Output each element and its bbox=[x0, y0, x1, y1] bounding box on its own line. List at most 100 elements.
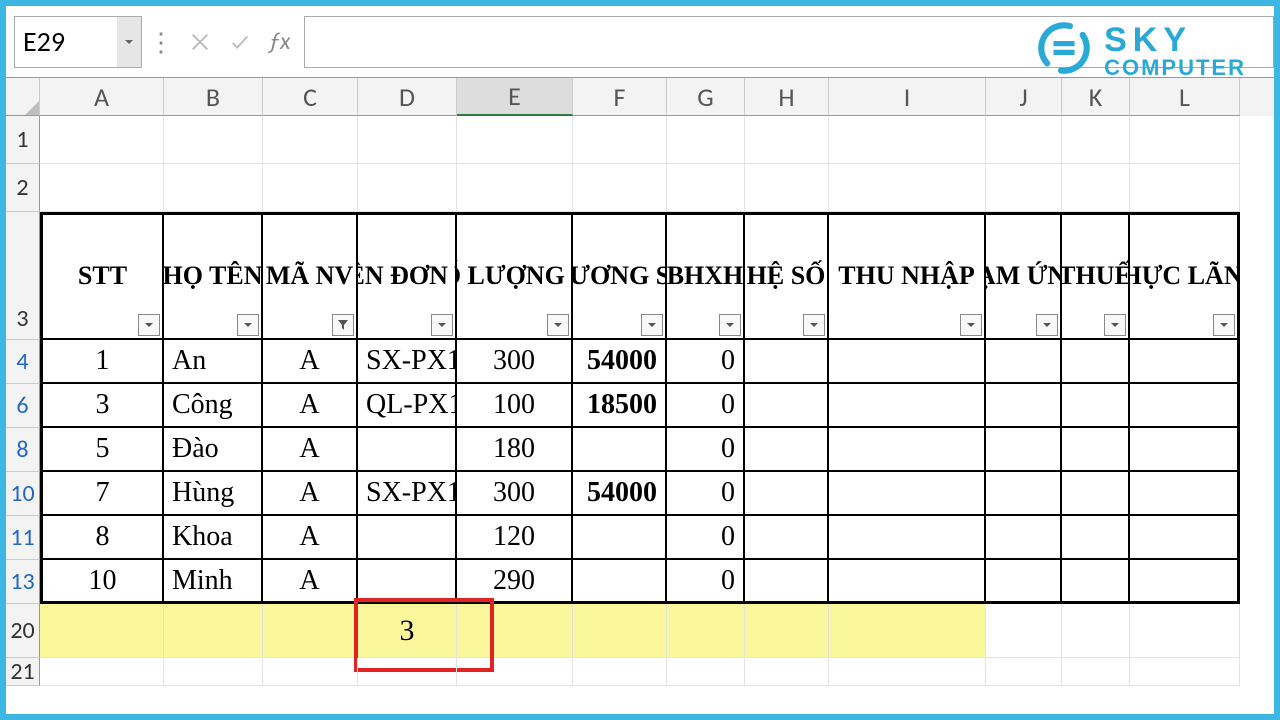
cell[interactable] bbox=[1062, 428, 1130, 472]
cell-ma-nv[interactable]: A bbox=[263, 340, 358, 384]
rowhead[interactable]: 20 bbox=[6, 604, 40, 658]
colhead-F[interactable]: F bbox=[573, 78, 667, 116]
filter-button[interactable] bbox=[1036, 314, 1058, 336]
cell[interactable] bbox=[40, 658, 164, 686]
cell[interactable] bbox=[667, 164, 745, 212]
colhead-G[interactable]: G bbox=[667, 78, 745, 116]
cell[interactable] bbox=[829, 604, 986, 658]
cell[interactable] bbox=[986, 384, 1062, 428]
cell[interactable] bbox=[745, 560, 829, 604]
cell[interactable] bbox=[745, 428, 829, 472]
cell-ten-don-vi[interactable] bbox=[358, 560, 457, 604]
cell[interactable] bbox=[573, 604, 667, 658]
cell-stt[interactable]: 8 bbox=[40, 516, 164, 560]
cell[interactable] bbox=[745, 340, 829, 384]
header-he-so[interactable]: HỆ SỐ bbox=[745, 212, 829, 340]
cell-luong-sp[interactable] bbox=[573, 516, 667, 560]
cell[interactable] bbox=[986, 516, 1062, 560]
cell[interactable] bbox=[457, 658, 573, 686]
cell[interactable] bbox=[829, 428, 986, 472]
rowhead-1[interactable]: 1 bbox=[6, 116, 40, 164]
header-ten-don-vi[interactable]: TÊN ĐƠN VỊ bbox=[358, 212, 457, 340]
cell-bhxh[interactable]: 0 bbox=[667, 340, 745, 384]
colhead-H[interactable]: H bbox=[745, 78, 829, 116]
cell-ho-ten[interactable]: Minh bbox=[164, 560, 263, 604]
cell-ten-don-vi[interactable]: QL-PX1 bbox=[358, 384, 457, 428]
cell-ho-ten[interactable]: Hùng bbox=[164, 472, 263, 516]
cell[interactable] bbox=[745, 164, 829, 212]
cell[interactable] bbox=[573, 658, 667, 686]
cancel-formula-button[interactable] bbox=[180, 22, 220, 62]
cell[interactable] bbox=[745, 384, 829, 428]
cell-stt[interactable]: 3 bbox=[40, 384, 164, 428]
name-box[interactable]: E29 bbox=[14, 16, 142, 68]
cell-ten-don-vi[interactable]: SX-PX1 bbox=[358, 340, 457, 384]
cell[interactable] bbox=[667, 604, 745, 658]
cell[interactable] bbox=[829, 384, 986, 428]
cell[interactable] bbox=[667, 116, 745, 164]
cell-stt[interactable]: 7 bbox=[40, 472, 164, 516]
cell[interactable] bbox=[1062, 516, 1130, 560]
cell-stt[interactable]: 5 bbox=[40, 428, 164, 472]
filter-button[interactable] bbox=[1104, 314, 1126, 336]
cell[interactable] bbox=[1062, 116, 1130, 164]
cell[interactable] bbox=[164, 164, 263, 212]
cell-ma-nv[interactable]: A bbox=[263, 560, 358, 604]
cell[interactable] bbox=[263, 164, 358, 212]
cell[interactable] bbox=[40, 116, 164, 164]
cell-ten-don-vi[interactable]: SX-PX1 bbox=[358, 472, 457, 516]
cell[interactable] bbox=[829, 164, 986, 212]
cell[interactable] bbox=[667, 658, 745, 686]
colhead-D[interactable]: D bbox=[358, 78, 457, 116]
cell[interactable] bbox=[573, 116, 667, 164]
header-thu-nhap[interactable]: THU NHẬP bbox=[829, 212, 986, 340]
cell[interactable] bbox=[1062, 164, 1130, 212]
cell[interactable] bbox=[1130, 516, 1240, 560]
rowhead[interactable]: 6 bbox=[6, 384, 40, 428]
cell-ten-don-vi[interactable] bbox=[358, 516, 457, 560]
cell[interactable] bbox=[457, 604, 573, 658]
cell-bhxh[interactable]: 0 bbox=[667, 428, 745, 472]
cell[interactable] bbox=[1062, 340, 1130, 384]
rowhead[interactable]: 4 bbox=[6, 340, 40, 384]
cell[interactable] bbox=[829, 516, 986, 560]
cell[interactable] bbox=[164, 604, 263, 658]
cell-bhxh[interactable]: 0 bbox=[667, 516, 745, 560]
filter-button[interactable] bbox=[803, 314, 825, 336]
cell[interactable] bbox=[986, 472, 1062, 516]
cell[interactable] bbox=[1130, 604, 1240, 658]
rowhead[interactable]: 8 bbox=[6, 428, 40, 472]
cell-subtotal[interactable]: 3 bbox=[358, 604, 457, 658]
fx-label[interactable]: ƒx bbox=[268, 27, 290, 56]
cell[interactable] bbox=[457, 116, 573, 164]
filter-button[interactable] bbox=[719, 314, 741, 336]
cell-ma-nv[interactable]: A bbox=[263, 472, 358, 516]
confirm-formula-button[interactable] bbox=[220, 22, 260, 62]
cell-luong-sp[interactable] bbox=[573, 560, 667, 604]
cell[interactable] bbox=[745, 116, 829, 164]
cell-so-luong-sp[interactable]: 300 bbox=[457, 472, 573, 516]
cell-so-luong-sp[interactable]: 300 bbox=[457, 340, 573, 384]
header-bhxh[interactable]: BHXH bbox=[667, 212, 745, 340]
colhead-J[interactable]: J bbox=[986, 78, 1062, 116]
filter-button[interactable] bbox=[960, 314, 982, 336]
cell[interactable] bbox=[986, 340, 1062, 384]
cell-bhxh[interactable]: 0 bbox=[667, 472, 745, 516]
filter-button[interactable] bbox=[138, 314, 160, 336]
cell[interactable] bbox=[829, 658, 986, 686]
cell[interactable] bbox=[1130, 472, 1240, 516]
filter-button[interactable] bbox=[237, 314, 259, 336]
header-thue[interactable]: THUẾ bbox=[1062, 212, 1130, 340]
cell-luong-sp[interactable]: 54000 bbox=[573, 340, 667, 384]
cell[interactable] bbox=[1062, 604, 1130, 658]
cell[interactable] bbox=[40, 164, 164, 212]
cell[interactable] bbox=[986, 604, 1062, 658]
cell[interactable] bbox=[745, 516, 829, 560]
cell-ho-ten[interactable]: Công bbox=[164, 384, 263, 428]
rowhead-3[interactable]: 3 bbox=[6, 212, 40, 340]
filter-button[interactable] bbox=[547, 314, 569, 336]
cell[interactable] bbox=[986, 164, 1062, 212]
cell-stt[interactable]: 1 bbox=[40, 340, 164, 384]
colhead-A[interactable]: A bbox=[40, 78, 164, 116]
filter-button[interactable] bbox=[1213, 314, 1235, 336]
